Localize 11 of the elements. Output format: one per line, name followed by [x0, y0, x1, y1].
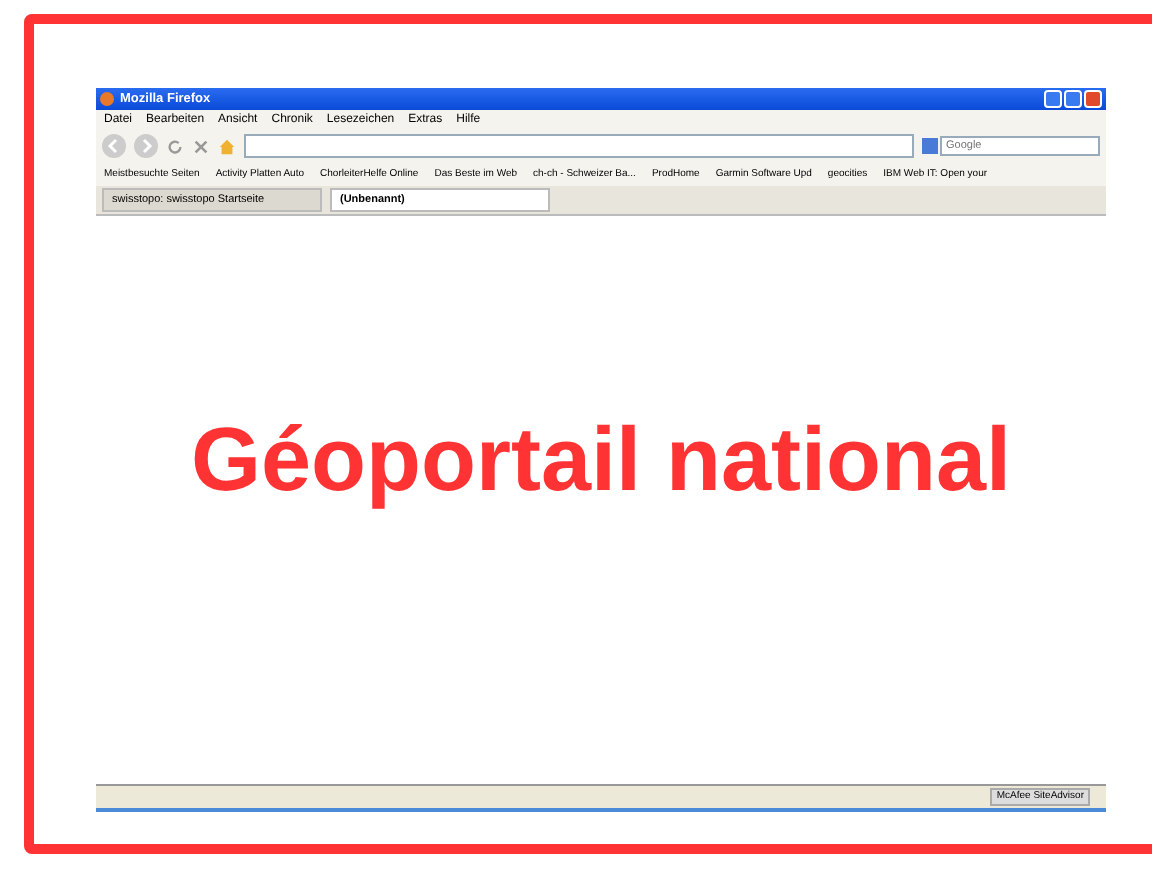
reload-icon[interactable]	[166, 137, 184, 155]
overlay-title: Géoportail national	[190, 408, 1012, 512]
back-button[interactable]	[102, 134, 126, 158]
app-icon	[100, 92, 114, 106]
forward-button[interactable]	[134, 134, 158, 158]
address-field[interactable]	[244, 134, 914, 158]
close-button[interactable]	[1084, 90, 1102, 108]
stop-icon[interactable]	[192, 137, 210, 155]
maximize-button[interactable]	[1064, 90, 1082, 108]
minimize-button[interactable]	[1044, 90, 1062, 108]
home-icon[interactable]	[218, 137, 236, 155]
